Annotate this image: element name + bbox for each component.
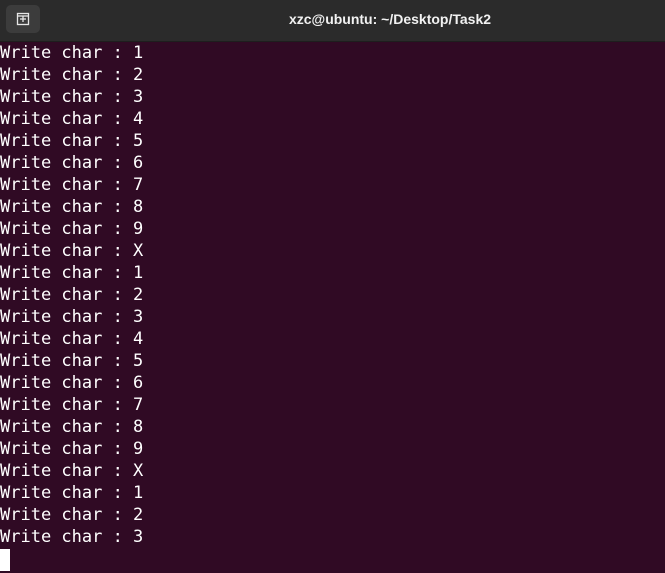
- terminal-line: Write char : 9: [0, 439, 144, 459]
- terminal-line: Write char : 4: [0, 329, 144, 349]
- terminal-output[interactable]: Write char : 1 Write char : 2 Write char :…: [0, 42, 665, 573]
- terminal-line: Write char : 2: [0, 285, 144, 305]
- terminal-line: Write char : 6: [0, 373, 144, 393]
- title-bar: xzc@ubuntu: ~/Desktop/Task2: [0, 0, 665, 42]
- terminal-window: xzc@ubuntu: ~/Desktop/Task2 Write char :…: [0, 0, 665, 573]
- terminal-line: Write char : 1: [0, 483, 144, 503]
- terminal-line: Write char : 7: [0, 395, 144, 415]
- terminal-line: Write char : 3: [0, 87, 144, 107]
- terminal-line: Write char : 9: [0, 219, 144, 239]
- terminal-line: Write char : 3: [0, 307, 144, 327]
- terminal-line: Write char : 8: [0, 197, 144, 217]
- terminal-line: Write char : 6: [0, 153, 144, 173]
- terminal-line: Write char : 1: [0, 43, 144, 63]
- terminal-line: Write char : 3: [0, 527, 144, 547]
- terminal-line: Write char : X: [0, 461, 144, 481]
- terminal-line: Write char : 5: [0, 351, 144, 371]
- window-title: xzc@ubuntu: ~/Desktop/Task2: [288, 11, 492, 27]
- terminal-line: Write char : 2: [0, 505, 144, 525]
- terminal-line: Write char : 2: [0, 65, 144, 85]
- text-cursor: [0, 549, 10, 571]
- terminal-line: Write char : 4: [0, 109, 144, 129]
- new-tab-button[interactable]: [6, 5, 40, 33]
- terminal-line: Write char : 1: [0, 263, 144, 283]
- new-tab-icon: [15, 11, 31, 27]
- terminal-line: Write char : 8: [0, 417, 144, 437]
- terminal-line: Write char : X: [0, 241, 144, 261]
- terminal-lines: Write char : 1 Write char : 2 Write char :…: [0, 42, 665, 548]
- terminal-line: Write char : 7: [0, 175, 144, 195]
- terminal-line: Write char : 5: [0, 131, 144, 151]
